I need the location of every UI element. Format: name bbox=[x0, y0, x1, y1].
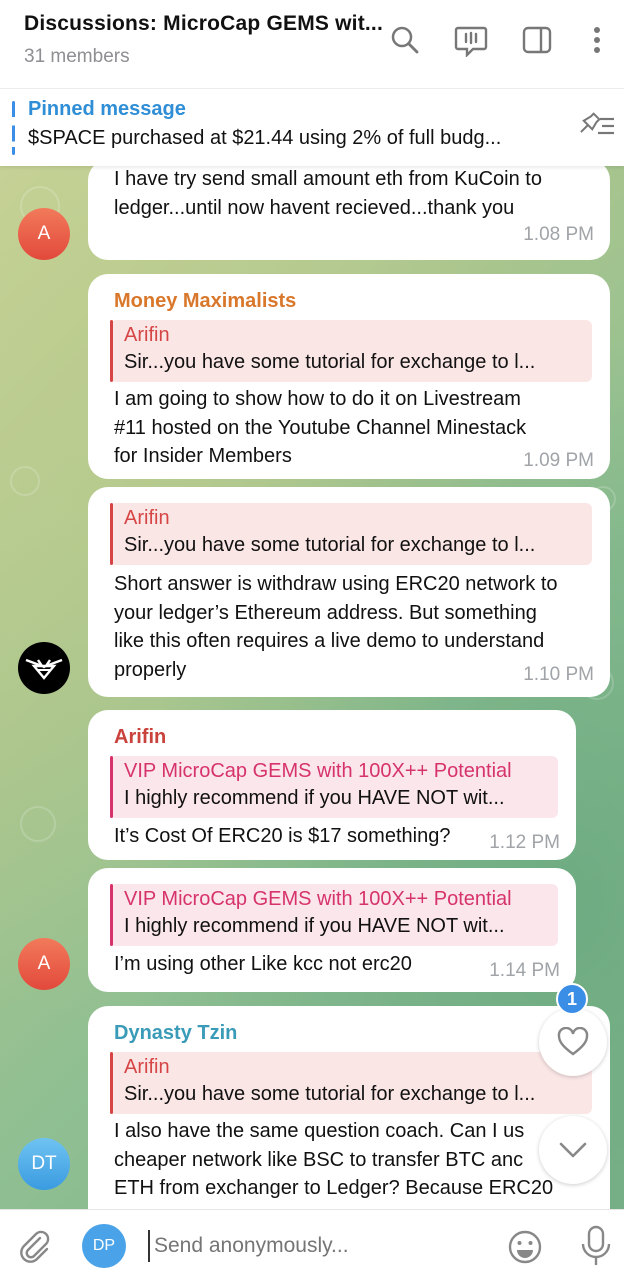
message-text: It’s Cost Of ERC20 is $17 something? bbox=[114, 822, 450, 851]
chat-header: Discussions: MicroCap GEMS wit... 31 mem… bbox=[0, 0, 624, 88]
message-bubble[interactable]: VIP MicroCap GEMS with 100X++ Potential … bbox=[88, 868, 576, 992]
reply-quote[interactable]: VIP MicroCap GEMS with 100X++ Potential … bbox=[110, 756, 558, 818]
message-input-bar: DP bbox=[0, 1209, 624, 1280]
sender-name[interactable]: Dynasty Tzin bbox=[114, 1022, 237, 1045]
background-doodle bbox=[20, 806, 56, 842]
reply-sender: Arifin bbox=[124, 324, 170, 346]
member-count[interactable]: 31 members bbox=[24, 46, 130, 68]
message-line: properly bbox=[114, 658, 187, 681]
reply-text: Sir...you have some tutorial for exchang… bbox=[124, 534, 536, 556]
message-bubble[interactable]: Arifin VIP MicroCap GEMS with 100X++ Pot… bbox=[88, 710, 576, 860]
chat-title[interactable]: Discussions: MicroCap GEMS wit... bbox=[24, 12, 383, 36]
sidebar-icon[interactable] bbox=[519, 22, 555, 58]
search-icon[interactable] bbox=[387, 22, 423, 58]
avatar[interactable]: DT bbox=[18, 1138, 70, 1190]
reactions-button[interactable] bbox=[539, 1008, 607, 1076]
sender-name[interactable]: Money Maximalists bbox=[114, 290, 296, 313]
pinned-title: Pinned message bbox=[28, 98, 186, 120]
reactions-count-badge: 1 bbox=[556, 983, 588, 1015]
message-time: 1.12 PM bbox=[489, 832, 560, 853]
message-bubble[interactable]: Dynasty Tzin Arifin Sir...you have some … bbox=[88, 1006, 610, 1209]
sender-name[interactable]: Arifin bbox=[114, 726, 166, 749]
message-bubble[interactable]: Money Maximalists Arifin Sir...you have … bbox=[88, 274, 610, 479]
message-line: like this often requires a live demo to … bbox=[114, 630, 545, 652]
chat-area[interactable]: I have try send small amount eth from Ku… bbox=[0, 166, 624, 1209]
attach-icon[interactable] bbox=[16, 1228, 52, 1264]
microphone-icon[interactable] bbox=[578, 1224, 614, 1268]
pinned-message[interactable]: Pinned message $SPACE purchased at $21.4… bbox=[0, 88, 624, 166]
reply-quote[interactable]: VIP MicroCap GEMS with 100X++ Potential … bbox=[110, 884, 558, 946]
message-text: I am going to show how to do it on Lives… bbox=[114, 385, 526, 471]
message-input[interactable] bbox=[148, 1230, 478, 1262]
message-line: #11 hosted on the Youtube Channel Minest… bbox=[114, 416, 527, 439]
reply-sender: VIP MicroCap GEMS with 100X++ Potential bbox=[124, 760, 512, 782]
message-bubble[interactable]: Arifin Sir...you have some tutorial for … bbox=[88, 487, 610, 697]
pin-list-icon[interactable] bbox=[574, 109, 618, 145]
message-time: 1.10 PM bbox=[523, 664, 594, 685]
message-time: 1.09 PM bbox=[523, 450, 594, 471]
more-vertical-icon[interactable] bbox=[579, 22, 615, 58]
message-time: 1.08 PM bbox=[523, 224, 594, 245]
message-line: It’s Cost Of ERC20 is $17 something? bbox=[114, 825, 451, 847]
message-text: Short answer is withdraw using ERC20 net… bbox=[114, 570, 558, 684]
emoji-icon[interactable] bbox=[506, 1228, 544, 1266]
reply-text: I highly recommend if you HAVE NOT wit..… bbox=[124, 915, 505, 937]
send-as-avatar[interactable]: DP bbox=[82, 1224, 126, 1268]
message-line: cheaper network like BSC to transfer BTC… bbox=[114, 1148, 524, 1171]
message-line: I have try send small amount eth from Ku… bbox=[114, 168, 542, 190]
reply-quote[interactable]: Arifin Sir...you have some tutorial for … bbox=[110, 503, 592, 565]
message-text: I have try send small amount eth from Ku… bbox=[114, 166, 542, 222]
live-chat-icon[interactable] bbox=[453, 22, 489, 58]
reply-text: Sir...you have some tutorial for exchang… bbox=[124, 351, 536, 373]
message-line: ETH from exchanger to Ledger? Because ER… bbox=[114, 1177, 554, 1199]
avatar[interactable]: A bbox=[18, 938, 70, 990]
reply-text: I highly recommend if you HAVE NOT wit..… bbox=[124, 787, 505, 809]
message-line: I also have the same question coach. Can… bbox=[114, 1120, 525, 1142]
message-line: ledger...until now havent recieved...tha… bbox=[114, 196, 515, 219]
message-text: I also have the same question coach. Can… bbox=[114, 1117, 553, 1203]
message-line: your ledger’s Ethereum address. But some… bbox=[114, 601, 537, 624]
reply-quote[interactable]: Arifin Sir...you have some tutorial for … bbox=[110, 1052, 592, 1114]
message-time: 1.14 PM bbox=[489, 960, 560, 981]
avatar[interactable]: A bbox=[18, 208, 70, 260]
channel-logo-avatar[interactable] bbox=[18, 642, 70, 694]
scroll-down-button[interactable] bbox=[539, 1116, 607, 1184]
pinned-indicator bbox=[12, 101, 15, 155]
reply-sender: Arifin bbox=[124, 507, 170, 529]
background-doodle bbox=[10, 466, 40, 496]
message-line: Short answer is withdraw using ERC20 net… bbox=[114, 573, 558, 595]
pinned-text: $SPACE purchased at $21.44 using 2% of f… bbox=[28, 127, 502, 149]
message-text: I’m using other Like kcc not erc20 bbox=[114, 950, 412, 979]
message-line: I’m using other Like kcc not erc20 bbox=[114, 953, 412, 975]
message-line: I am going to show how to do it on Lives… bbox=[114, 388, 521, 410]
message-line: for Insider Members bbox=[114, 445, 292, 467]
reply-quote[interactable]: Arifin Sir...you have some tutorial for … bbox=[110, 320, 592, 382]
message-bubble[interactable]: I have try send small amount eth from Ku… bbox=[88, 166, 610, 260]
reply-sender: Arifin bbox=[124, 1056, 170, 1078]
reply-sender: VIP MicroCap GEMS with 100X++ Potential bbox=[124, 888, 512, 910]
reply-text: Sir...you have some tutorial for exchang… bbox=[124, 1083, 536, 1105]
